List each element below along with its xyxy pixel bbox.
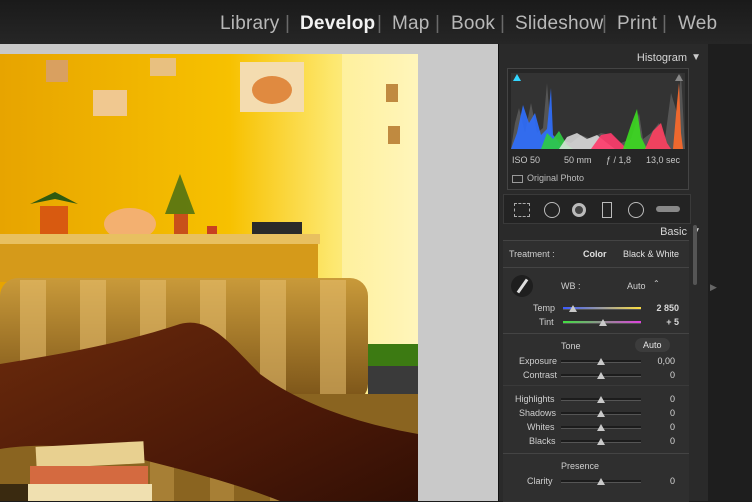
clarity-slider-thumb[interactable] bbox=[597, 478, 605, 485]
module-web[interactable]: Web bbox=[678, 13, 717, 35]
tint-value[interactable]: + 5 bbox=[649, 317, 679, 327]
histogram-header[interactable]: Histogram ▼ bbox=[499, 48, 709, 68]
adjustment-brush-icon[interactable] bbox=[656, 206, 680, 212]
collapse-triangle-icon[interactable]: ▼ bbox=[691, 52, 701, 63]
whites-label: Whites bbox=[527, 422, 555, 432]
graduated-filter-icon[interactable] bbox=[602, 202, 612, 218]
tint-slider-thumb[interactable] bbox=[599, 319, 607, 326]
crop-icon[interactable] bbox=[514, 203, 530, 217]
contrast-slider-thumb[interactable] bbox=[597, 372, 605, 379]
exposure-slider-thumb[interactable] bbox=[597, 358, 605, 365]
tint-label: Tint bbox=[539, 317, 554, 327]
clarity-value[interactable]: 0 bbox=[645, 476, 675, 486]
module-book[interactable]: Book bbox=[451, 13, 495, 35]
treatment-color-button[interactable]: Color bbox=[583, 249, 607, 259]
panel-scrollbar[interactable] bbox=[693, 225, 697, 285]
highlight-clipping-icon[interactable] bbox=[675, 74, 683, 81]
highlights-label: Highlights bbox=[515, 394, 555, 404]
module-separator: | bbox=[662, 13, 667, 34]
module-separator: | bbox=[377, 13, 382, 34]
highlights-slider-thumb[interactable] bbox=[597, 396, 605, 403]
wb-eyedropper-icon[interactable] bbox=[511, 275, 533, 297]
blacks-value[interactable]: 0 bbox=[645, 436, 675, 446]
exposure-value[interactable]: 0,00 bbox=[645, 356, 675, 366]
wb-dropdown[interactable]: Auto bbox=[627, 281, 646, 291]
right-edge: ▶ bbox=[708, 44, 752, 501]
divider bbox=[503, 385, 689, 386]
module-develop[interactable]: Develop bbox=[300, 13, 375, 35]
highlights-value[interactable]: 0 bbox=[645, 394, 675, 404]
photo-preview[interactable] bbox=[0, 54, 418, 501]
temp-slider-thumb[interactable] bbox=[569, 305, 577, 312]
histogram-title: Histogram bbox=[636, 52, 687, 64]
tool-strip bbox=[503, 194, 691, 224]
divider bbox=[503, 267, 689, 268]
contrast-value[interactable]: 0 bbox=[645, 370, 675, 380]
divider bbox=[503, 333, 689, 334]
blacks-slider-thumb[interactable] bbox=[597, 438, 605, 445]
temp-value[interactable]: 2 850 bbox=[649, 303, 679, 313]
shadows-value[interactable]: 0 bbox=[645, 408, 675, 418]
exif-iso: ISO 50 bbox=[512, 155, 541, 165]
shadows-slider-thumb[interactable] bbox=[597, 410, 605, 417]
photo-checkbox-icon[interactable] bbox=[512, 174, 523, 183]
module-separator: | bbox=[285, 13, 290, 34]
whites-value[interactable]: 0 bbox=[645, 422, 675, 432]
divider bbox=[503, 453, 689, 454]
wb-label: WB : bbox=[561, 281, 581, 291]
exif-aperture: ƒ / 1,8 bbox=[606, 155, 632, 165]
module-separator: | bbox=[602, 13, 607, 34]
basic-title: Basic bbox=[660, 226, 687, 238]
histogram-panel: ISO 50 50 mm ƒ / 1,8 13,0 sec Original P… bbox=[507, 68, 689, 190]
module-separator: | bbox=[435, 13, 440, 34]
module-map[interactable]: Map bbox=[392, 13, 430, 35]
histogram-graph bbox=[511, 73, 685, 149]
exif-focal: 50 mm bbox=[564, 155, 592, 165]
shadows-label: Shadows bbox=[519, 408, 557, 418]
module-library[interactable]: Library bbox=[220, 13, 279, 35]
image-canvas[interactable] bbox=[0, 44, 498, 501]
spot-removal-icon[interactable] bbox=[544, 202, 560, 218]
exif-shutter: 13,0 sec bbox=[646, 155, 681, 165]
whites-slider-thumb[interactable] bbox=[597, 424, 605, 431]
treatment-label: Treatment : bbox=[509, 249, 555, 259]
presence-label: Presence bbox=[561, 461, 600, 471]
original-photo-label: Original Photo bbox=[527, 173, 585, 183]
module-picker: Library | Develop | Map | Book | Slidesh… bbox=[0, 0, 752, 44]
module-slideshow[interactable]: Slideshow bbox=[515, 13, 603, 35]
wb-dropdown-arrows-icon[interactable]: ⌃ bbox=[653, 279, 660, 288]
clarity-label: Clarity bbox=[527, 476, 553, 486]
tone-auto-button[interactable]: Auto bbox=[635, 338, 670, 352]
radial-filter-icon[interactable] bbox=[628, 202, 644, 218]
right-panel: Histogram ▼ ISO 50 50 mm ƒ / 1,8 13,0 se… bbox=[498, 44, 709, 502]
shadow-clipping-icon[interactable] bbox=[513, 74, 521, 81]
panel-collapse-arrow-icon[interactable]: ▶ bbox=[710, 282, 717, 293]
module-print[interactable]: Print bbox=[617, 13, 657, 35]
original-photo-toggle[interactable]: Original Photo bbox=[512, 173, 584, 183]
basic-header[interactable]: Basic ▼ bbox=[499, 222, 709, 242]
temp-label: Temp bbox=[533, 303, 556, 313]
basic-panel: Treatment : Color Black & White WB : Aut… bbox=[503, 240, 689, 502]
exposure-label: Exposure bbox=[519, 356, 558, 366]
blacks-label: Blacks bbox=[529, 436, 556, 446]
contrast-label: Contrast bbox=[523, 370, 558, 380]
module-separator: | bbox=[500, 13, 505, 34]
tone-label: Tone bbox=[561, 341, 581, 351]
red-eye-icon[interactable] bbox=[572, 203, 586, 217]
treatment-bw-button[interactable]: Black & White bbox=[623, 249, 679, 259]
